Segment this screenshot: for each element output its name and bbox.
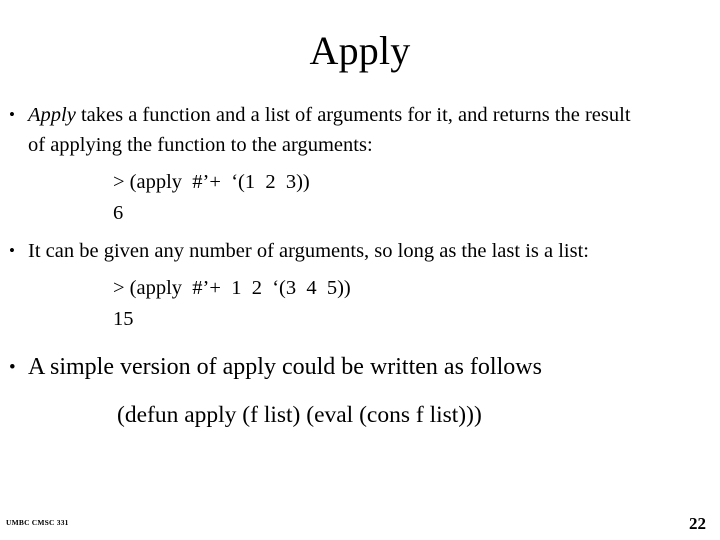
bullet-lead-italic-apply: Apply [28, 104, 76, 126]
page-title: Apply [309, 28, 411, 73]
bullet-list-bottom: A simple version of apply could be writt… [0, 351, 720, 384]
slide-body: Apply takes a function and a list of arg… [0, 100, 720, 433]
bullet-apply-description: Apply takes a function and a list of arg… [0, 100, 720, 160]
footer-page-number: 22 [689, 514, 706, 533]
footer-course-label: UMBC CMSC 331 [6, 518, 69, 527]
bullet-body-text: It can be given any number of arguments,… [28, 240, 589, 262]
bullet-any-number-of-arguments: It can be given any number of arguments,… [0, 236, 720, 266]
bullet-text-wrapper: Apply takes a function and a list of arg… [28, 100, 648, 160]
bullet-list-top: Apply takes a function and a list of arg… [0, 100, 720, 160]
repl-result-line-1: 6 [113, 202, 124, 224]
repl-prompt-line-2: > (apply #’+ 1 2 ‘(3 4 5)) [113, 277, 351, 299]
bullet-body-text: A simple version of apply could be writt… [28, 354, 542, 380]
bullet-list-middle: It can be given any number of arguments,… [0, 236, 720, 266]
repl-prompt-line-1: > (apply #’+ ‘(1 2 3)) [113, 171, 310, 193]
bullet-simple-version: A simple version of apply could be writt… [0, 351, 720, 384]
bullet-body-text: takes a function and a list of arguments… [28, 104, 631, 156]
repl-result-line-2: 15 [113, 308, 134, 330]
slide: Apply Apply takes a function and a list … [0, 0, 720, 540]
defun-apply-code-line: (defun apply (f list) (eval (cons f list… [117, 402, 482, 428]
